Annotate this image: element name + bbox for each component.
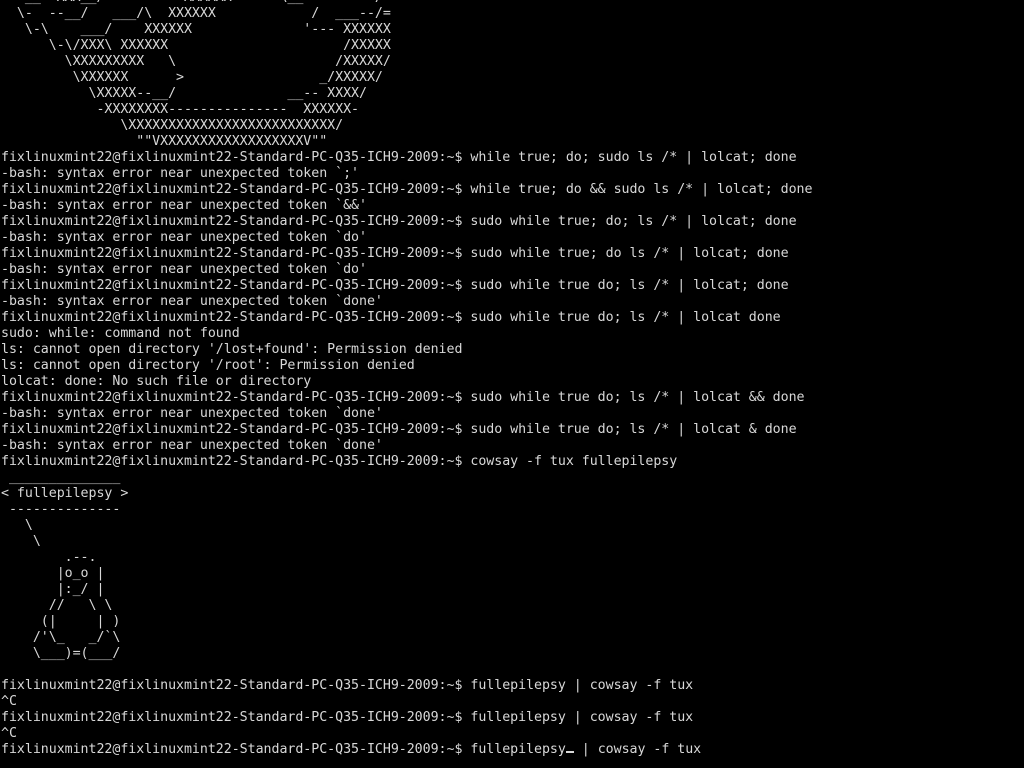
terminal-line: \XXXXXXXXXXXXXXXXXXXXXXXXXX/ [1, 118, 344, 133]
terminal-line: ls: cannot open directory '/lost+found':… [1, 342, 463, 357]
terminal-line: fixlinuxmint22@fixlinuxmint22-Standard-P… [1, 182, 813, 197]
terminal-line: -bash: syntax error near unexpected toke… [1, 406, 383, 421]
terminal-line: ""VXXXXXXXXXXXXXXXXXXV"" [1, 134, 328, 149]
terminal-line: |o_o | [1, 566, 105, 581]
current-input-text: | cowsay -f tux [573, 742, 702, 757]
terminal-line: fixlinuxmint22@fixlinuxmint22-Standard-P… [1, 214, 797, 229]
terminal-line: -bash: syntax error near unexpected toke… [1, 198, 367, 213]
terminal-line: \ [1, 518, 33, 533]
terminal-line: < fullepilepsy > [1, 486, 129, 501]
terminal-line: // \ \ [1, 598, 113, 613]
terminal-line: \XXXXXXXXX \ /XXXXX/ [1, 54, 391, 69]
current-prompt-text: fixlinuxmint22@fixlinuxmint22-Standard-P… [1, 742, 566, 757]
terminal-line: fixlinuxmint22@fixlinuxmint22-Standard-P… [1, 246, 789, 261]
terminal-line: -------------- [1, 502, 121, 517]
terminal-line: \XXXXXX > _/XXXXX/ [1, 70, 383, 85]
terminal-line: \- --__/ ___/\ XXXXXX / ___--/= [1, 6, 391, 21]
terminal-line: fixlinuxmint22@fixlinuxmint22-Standard-P… [1, 422, 797, 437]
terminal-line: ls: cannot open directory '/root': Permi… [1, 358, 415, 373]
current-command-line[interactable]: fixlinuxmint22@fixlinuxmint22-Standard-P… [1, 742, 1023, 758]
terminal-line: (| | ) [1, 614, 121, 629]
terminal-line: sudo: while: command not found [1, 326, 240, 341]
terminal-line: fixlinuxmint22@fixlinuxmint22-Standard-P… [1, 710, 694, 725]
terminal-line: -XXXXXXXX--------------- XXXXXX- [1, 102, 359, 117]
terminal-line: -bash: syntax error near unexpected toke… [1, 230, 367, 245]
terminal-line: .--. [1, 550, 97, 565]
terminal-line: /'\_ _/`\ [1, 630, 121, 645]
terminal-line: fixlinuxmint22@fixlinuxmint22-Standard-P… [1, 278, 789, 293]
terminal-line: -bash: syntax error near unexpected toke… [1, 166, 359, 181]
terminal-line: lolcat: done: No such file or directory [1, 374, 312, 389]
terminal-line: \ [1, 534, 41, 549]
terminal-line: |:_/ | [1, 582, 105, 597]
terminal-line: -bash: syntax error near unexpected toke… [1, 438, 383, 453]
terminal-line: -bash: syntax error near unexpected toke… [1, 294, 383, 309]
terminal-line: fixlinuxmint22@fixlinuxmint22-Standard-P… [1, 390, 805, 405]
terminal-line: ^C [1, 694, 17, 709]
terminal-line: \-\/XXX\ XXXXXX /XXXXX [1, 38, 391, 53]
terminal-line: -bash: syntax error near unexpected toke… [1, 262, 367, 277]
terminal-line: fixlinuxmint22@fixlinuxmint22-Standard-P… [1, 454, 678, 469]
terminal-output: ---__ XXX__/ XXXXXX \__ / \- --__/ ___/\… [1, 0, 1023, 742]
terminal-line: fixlinuxmint22@fixlinuxmint22-Standard-P… [1, 310, 781, 325]
terminal-line: \___)=(___/ [1, 646, 121, 661]
terminal-line: ^C [1, 726, 17, 741]
terminal-line: \-\ ___/ XXXXXX '--- XXXXXX [1, 22, 391, 37]
terminal-line: ______________ [1, 470, 121, 485]
terminal-line: \XXXXX--__/ __-- XXXX/ [1, 86, 368, 101]
text-cursor [565, 751, 574, 753]
terminal-line: fixlinuxmint22@fixlinuxmint22-Standard-P… [1, 678, 694, 693]
terminal-console[interactable]: ---__ XXX__/ XXXXXX \__ / \- --__/ ___/\… [1, 0, 1023, 768]
terminal-line: fixlinuxmint22@fixlinuxmint22-Standard-P… [1, 150, 797, 165]
